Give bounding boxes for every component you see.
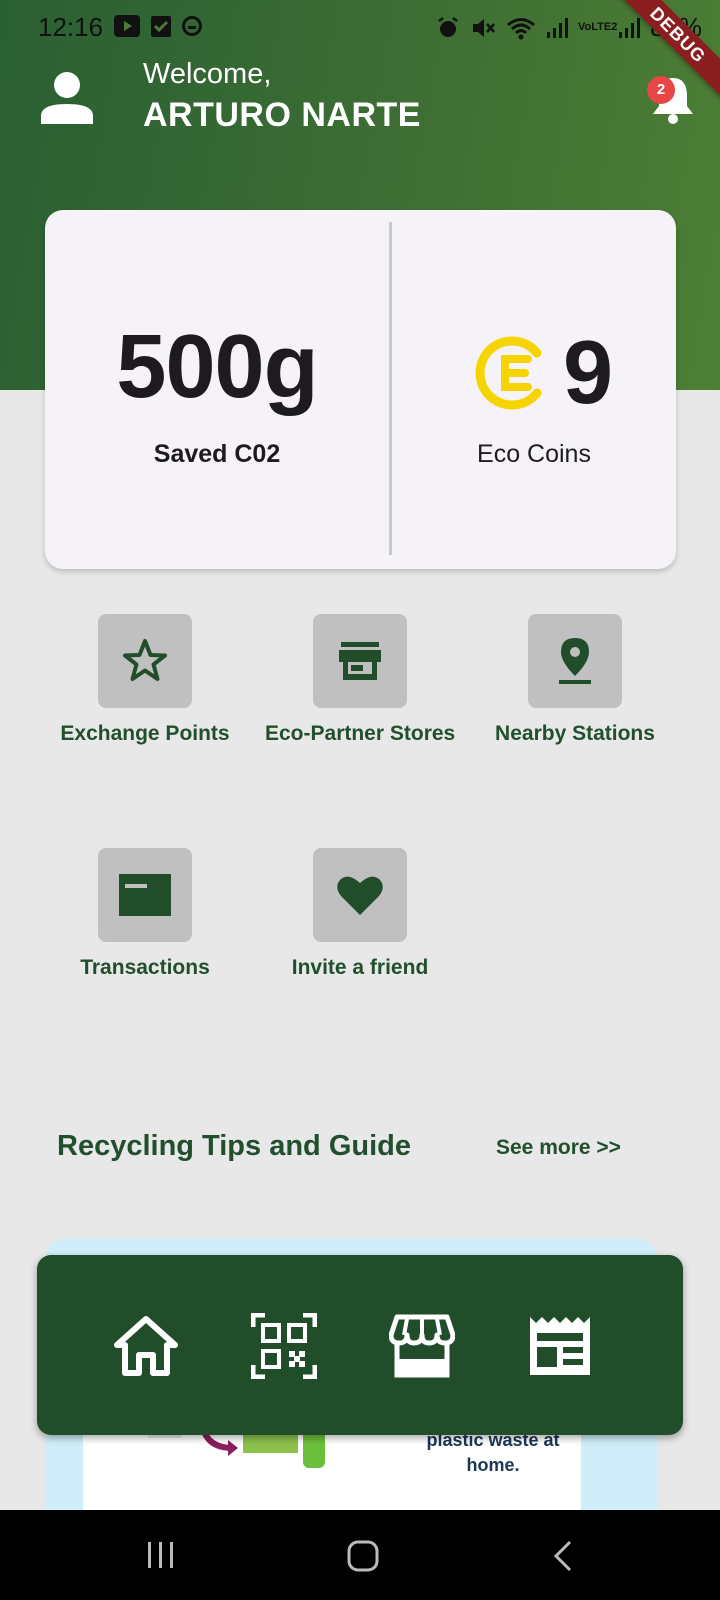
menu-tile[interactable] <box>98 848 192 942</box>
wifi-icon <box>507 17 535 39</box>
menu-exchange-points[interactable]: Exchange Points <box>50 614 240 746</box>
alarm-icon <box>438 16 458 37</box>
coin-label: Eco Coins <box>477 440 591 468</box>
home-icon[interactable] <box>113 1313 179 1379</box>
menu-tile[interactable] <box>313 614 407 708</box>
tip-caption-line2: home. <box>466 1455 520 1475</box>
menu-label: Transactions <box>80 956 210 979</box>
status-left-icons <box>114 14 202 38</box>
stats-divider <box>389 222 392 555</box>
signal-icon <box>547 17 568 38</box>
mute-icon <box>473 18 495 37</box>
signal-icon-2 <box>619 17 640 38</box>
welcome-text: Welcome, <box>143 58 272 90</box>
menu-transactions[interactable]: Transactions <box>50 848 240 980</box>
menu-invite-friend[interactable]: Invite a friend <box>265 848 455 980</box>
back-icon[interactable] <box>552 1540 574 1572</box>
stats-card: 500g Saved C02 9 Eco Coins <box>45 210 676 569</box>
recent-apps-icon[interactable] <box>146 1540 176 1570</box>
notification-badge: 2 <box>647 76 675 104</box>
menu-label: Invite a friend <box>291 956 429 979</box>
qr-code-icon[interactable] <box>251 1313 317 1379</box>
user-name: ARTURO NARTE <box>143 96 421 134</box>
menu-tile[interactable] <box>528 614 622 708</box>
system-navigation-bar <box>0 1510 720 1600</box>
menu-eco-partner-stores[interactable]: Eco-Partner Stores <box>265 614 455 746</box>
co2-value: 500g <box>116 317 318 417</box>
card-icon <box>119 874 171 916</box>
heart-icon <box>337 876 383 915</box>
menu-label: Exchange Points <box>60 722 230 745</box>
co2-label: Saved C02 <box>153 440 281 468</box>
status-time: 12:16 <box>38 12 104 42</box>
volte-label: VoLTE2 <box>578 21 618 33</box>
coin-row: 9 <box>475 328 613 418</box>
menu-tile[interactable] <box>313 848 407 942</box>
see-more-link[interactable]: See more >> <box>496 1136 621 1160</box>
status-bar: 12:16 VoLTE2 85% <box>0 0 720 52</box>
bottom-navigation <box>37 1255 683 1435</box>
menu-label: Eco-Partner Stores <box>265 722 456 745</box>
news-icon[interactable] <box>527 1313 593 1379</box>
avatar-icon[interactable] <box>40 70 94 124</box>
tip-caption: plastic waste at home. <box>403 1428 583 1478</box>
store-icon <box>339 642 381 680</box>
menu-label: Nearby Stations <box>495 722 655 745</box>
star-icon <box>123 639 167 681</box>
eco-coin-icon <box>475 336 542 410</box>
menu-nearby-stations[interactable]: Nearby Stations <box>480 614 670 746</box>
menu-tile[interactable] <box>98 614 192 708</box>
location-pin-icon <box>559 638 591 684</box>
tips-title: Recycling Tips and Guide <box>57 1130 411 1162</box>
youtube-icon <box>114 15 140 37</box>
shop-icon[interactable] <box>389 1313 455 1379</box>
home-button-icon[interactable] <box>347 1540 379 1572</box>
task-check-icon <box>151 16 171 37</box>
do-not-disturb-icon <box>182 16 202 36</box>
coin-value: 9 <box>563 323 614 423</box>
